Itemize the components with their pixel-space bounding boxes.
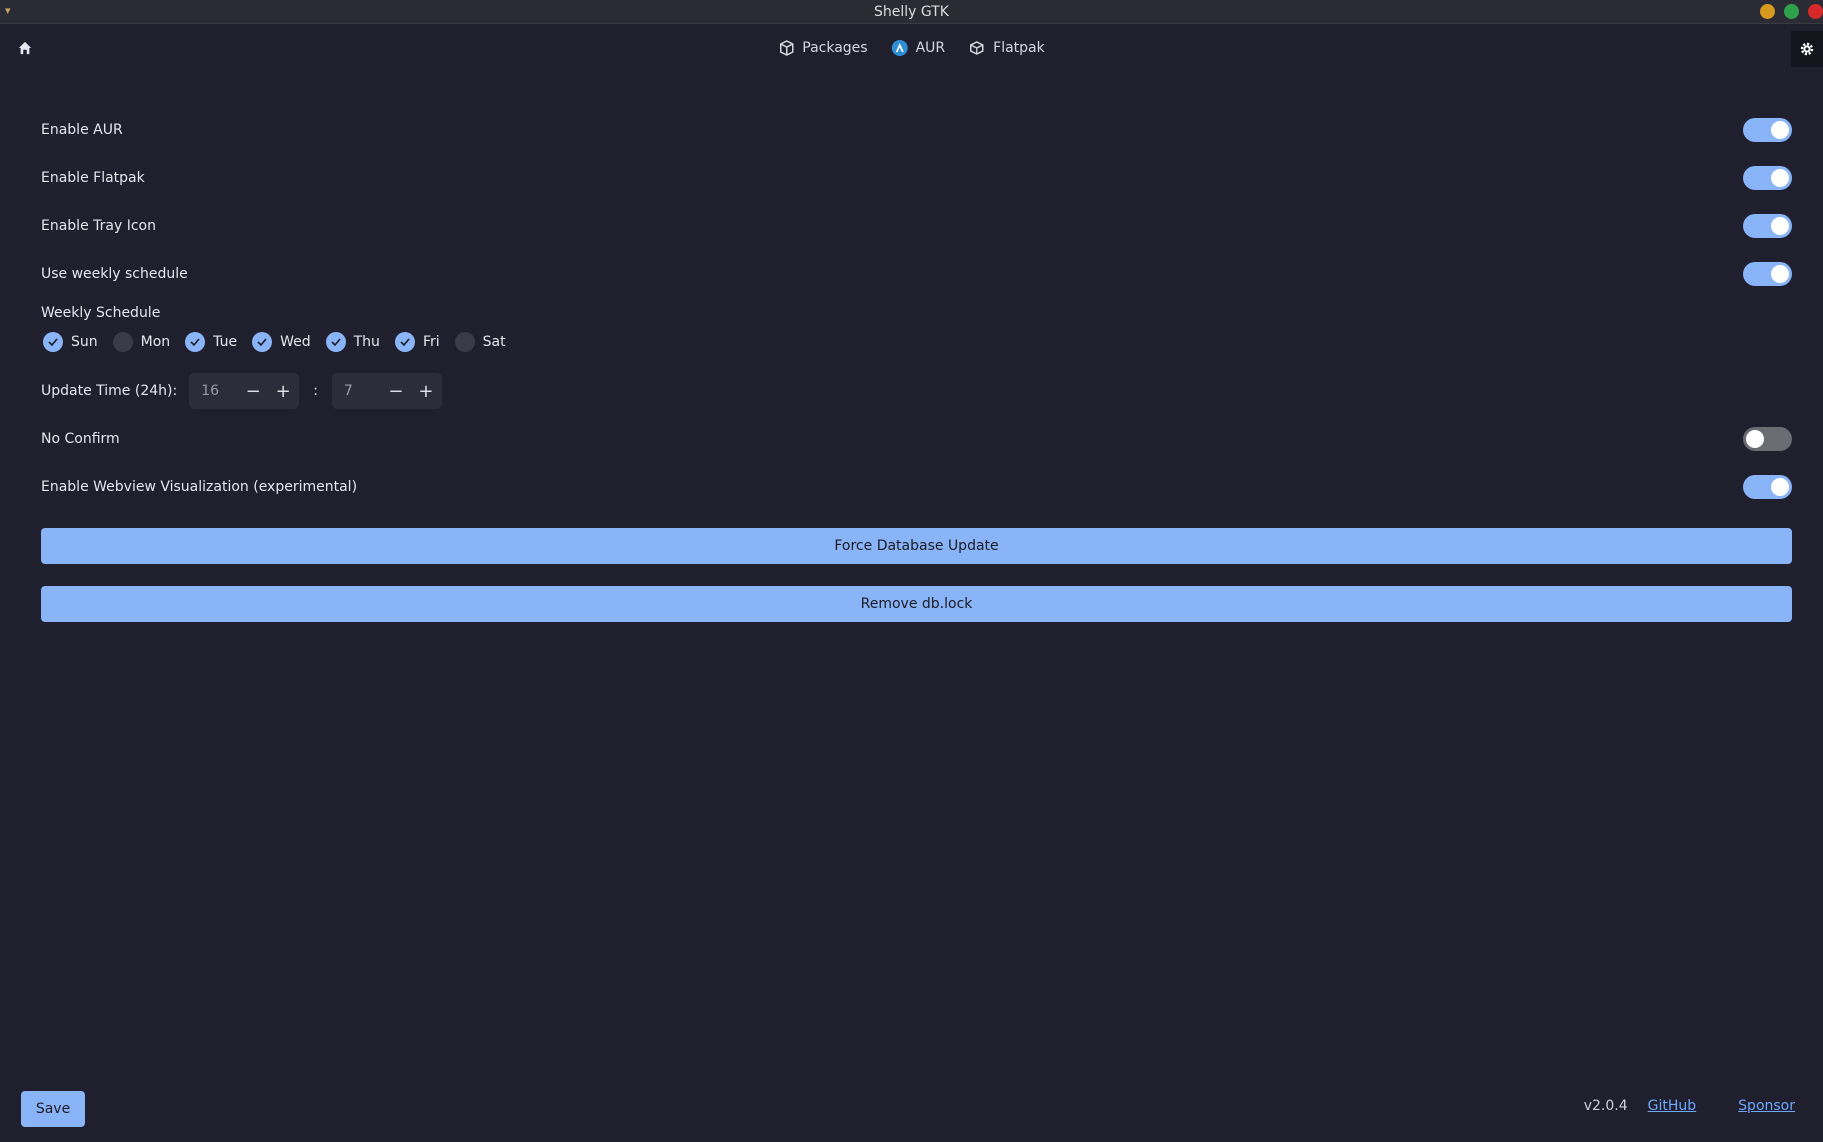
- setting-webview: Enable Webview Visualization (experiment…: [41, 472, 1792, 502]
- weekday-selector: Sun Mon Tue Wed Thu Fri Sat: [43, 332, 512, 352]
- enable-tray-switch[interactable]: [1743, 214, 1792, 238]
- setting-enable-flatpak: Enable Flatpak: [41, 163, 1792, 193]
- save-button[interactable]: Save: [21, 1091, 85, 1127]
- hour-increment-button[interactable]: +: [273, 381, 293, 402]
- setting-no-confirm: No Confirm: [41, 424, 1792, 454]
- window-titlebar: ▾ Shelly GTK: [0, 0, 1823, 24]
- close-button[interactable]: [1808, 4, 1823, 19]
- tab-flatpak-label: Flatpak: [993, 40, 1045, 56]
- day-label: Wed: [280, 334, 311, 350]
- day-tue[interactable]: Tue: [185, 332, 237, 352]
- flatpak-icon: [970, 41, 984, 55]
- day-label: Thu: [353, 334, 380, 350]
- check-icon: [185, 332, 206, 352]
- app-icon: ▾: [5, 4, 11, 17]
- enable-aur-switch[interactable]: [1743, 118, 1792, 142]
- header-bar: Packages AUR Flatpak: [0, 25, 1823, 73]
- footer-links: v2.0.4 GitHub Sponsor: [1584, 1098, 1795, 1114]
- check-icon: [394, 332, 415, 352]
- aur-icon: [891, 40, 908, 56]
- setting-label: Enable AUR: [41, 122, 123, 138]
- nav-tabs: Packages AUR Flatpak: [778, 37, 1045, 59]
- update-time-label: Update Time (24h):: [41, 383, 178, 399]
- weekly-schedule-switch[interactable]: [1743, 262, 1792, 286]
- setting-weekly-schedule: Use weekly schedule: [41, 259, 1792, 289]
- minute-decrement-button[interactable]: −: [386, 381, 406, 402]
- sponsor-link[interactable]: Sponsor: [1738, 1098, 1795, 1114]
- setting-label: Use weekly schedule: [41, 266, 188, 282]
- settings-button[interactable]: [1791, 31, 1823, 67]
- tab-packages-label: Packages: [802, 40, 868, 56]
- day-sun[interactable]: Sun: [43, 332, 98, 352]
- day-label: Tue: [213, 334, 238, 350]
- maximize-button[interactable]: [1784, 4, 1799, 19]
- day-label: Mon: [140, 334, 171, 350]
- minute-value[interactable]: 7: [344, 383, 353, 399]
- minute-increment-button[interactable]: +: [416, 381, 436, 402]
- check-icon: [252, 332, 273, 352]
- time-separator: :: [313, 383, 318, 399]
- unchecked-circle-icon: [454, 332, 475, 352]
- day-label: Sun: [71, 334, 98, 350]
- setting-label: No Confirm: [41, 431, 120, 447]
- enable-flatpak-switch[interactable]: [1743, 166, 1792, 190]
- package-icon: [779, 40, 794, 56]
- setting-label: Enable Webview Visualization (experiment…: [41, 479, 358, 495]
- window-controls: [1760, 4, 1823, 19]
- setting-label: Enable Flatpak: [41, 170, 145, 186]
- check-icon: [325, 332, 346, 352]
- gear-icon: [1800, 42, 1814, 56]
- day-fri[interactable]: Fri: [394, 332, 440, 352]
- github-link[interactable]: GitHub: [1648, 1098, 1697, 1114]
- setting-enable-tray: Enable Tray Icon: [41, 211, 1792, 241]
- setting-label: Enable Tray Icon: [41, 218, 156, 234]
- hour-value[interactable]: 16: [201, 383, 219, 399]
- tab-packages[interactable]: Packages: [778, 37, 868, 59]
- version-label: v2.0.4: [1583, 1098, 1628, 1114]
- minute-spinbutton[interactable]: 7 − +: [331, 373, 442, 409]
- day-label: Sat: [482, 334, 506, 350]
- unchecked-circle-icon: [112, 332, 133, 352]
- remove-db-lock-button[interactable]: Remove db.lock: [41, 586, 1792, 622]
- hour-decrement-button[interactable]: −: [243, 381, 263, 402]
- check-icon: [43, 332, 63, 352]
- tab-aur-label: AUR: [915, 40, 946, 56]
- day-sat[interactable]: Sat: [454, 332, 506, 352]
- tab-aur[interactable]: AUR: [891, 37, 946, 59]
- setting-enable-aur: Enable AUR: [41, 115, 1792, 145]
- day-thu[interactable]: Thu: [325, 332, 380, 352]
- tab-flatpak[interactable]: Flatpak: [969, 37, 1045, 59]
- webview-switch[interactable]: [1743, 475, 1792, 499]
- home-icon: [18, 41, 32, 55]
- hour-spinbutton[interactable]: 16 − +: [189, 373, 300, 409]
- window-title: Shelly GTK: [874, 3, 949, 20]
- day-mon[interactable]: Mon: [112, 332, 171, 352]
- home-button[interactable]: [14, 37, 36, 59]
- day-wed[interactable]: Wed: [252, 332, 311, 352]
- minimize-button[interactable]: [1760, 4, 1775, 19]
- force-database-update-button[interactable]: Force Database Update: [41, 528, 1792, 564]
- weekly-schedule-label: Weekly Schedule: [41, 305, 161, 321]
- update-time-row: Update Time (24h): 16 − + : 7 − +: [41, 373, 442, 409]
- no-confirm-switch[interactable]: [1743, 427, 1792, 451]
- day-label: Fri: [422, 334, 440, 350]
